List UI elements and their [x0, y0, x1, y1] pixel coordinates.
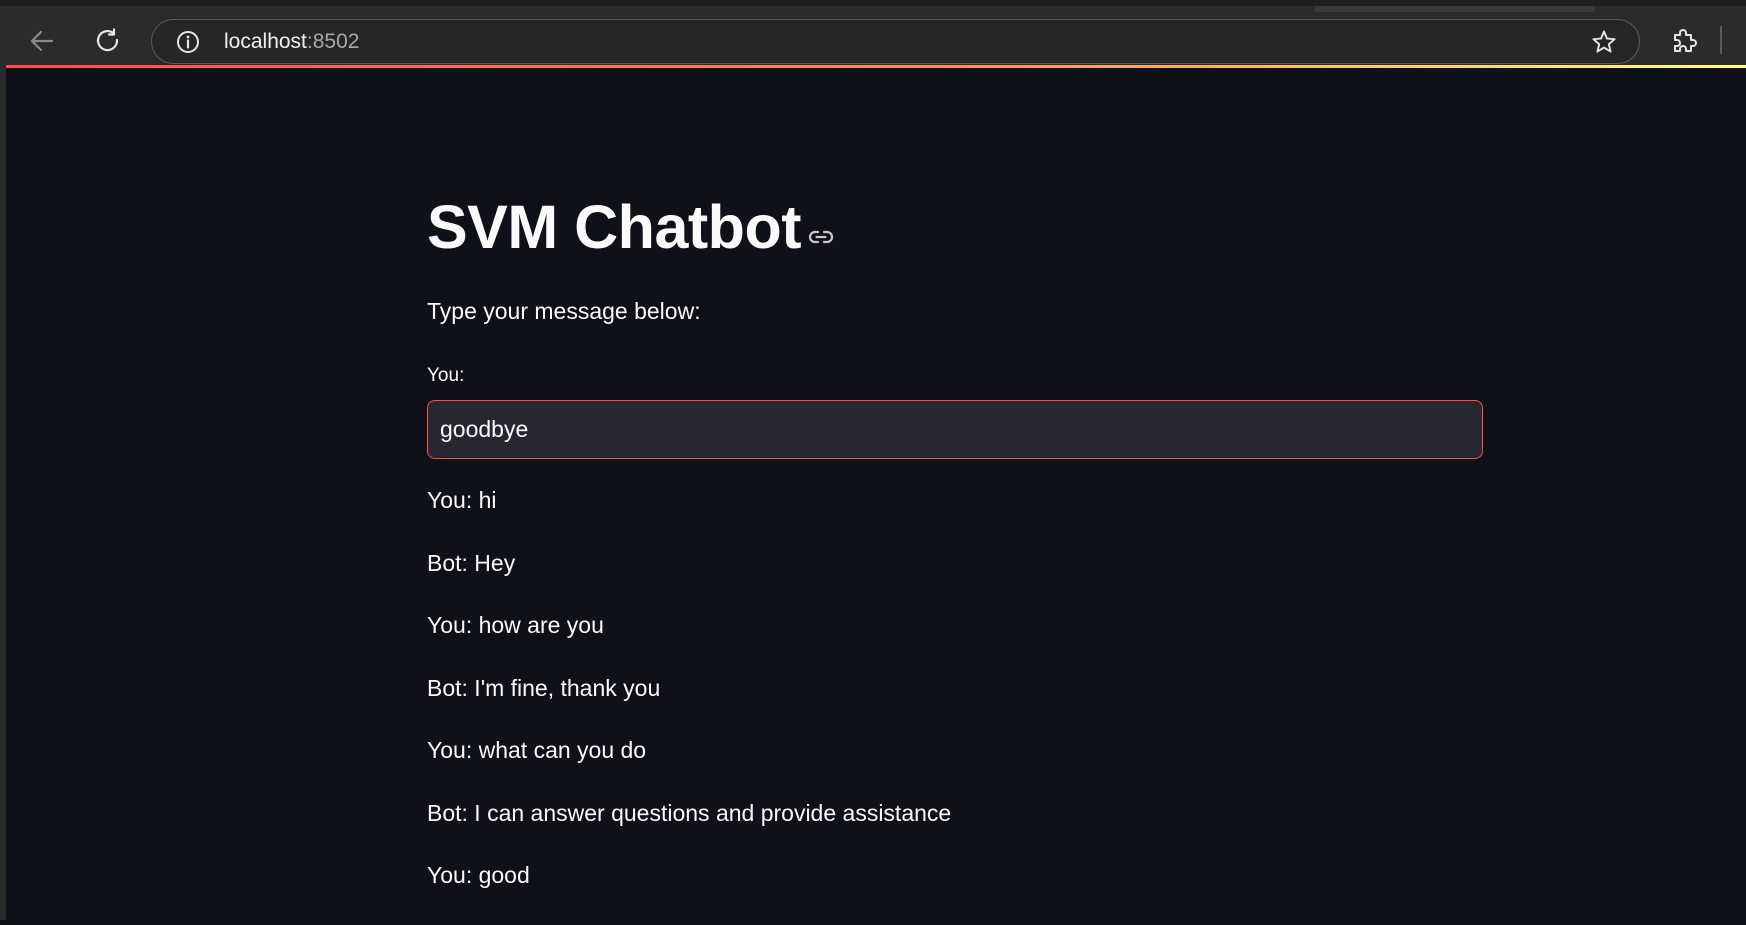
- main-content: SVM Chatbot Type your message below: You…: [427, 185, 1485, 888]
- chat-message: You: hi: [427, 487, 497, 513]
- url-port: :8502: [306, 30, 360, 53]
- chat-message: Bot: I'm fine, thank you: [427, 674, 661, 701]
- back-button[interactable]: [25, 24, 59, 58]
- chat-message: Bot: I can answer questions and provide …: [427, 799, 952, 826]
- window-left-edge: [0, 65, 6, 920]
- chat-message: You: good: [427, 862, 530, 888]
- link-icon[interactable]: [807, 223, 835, 251]
- header-decoration-bar: [6, 65, 1746, 68]
- title-row: SVM Chatbot: [427, 185, 1485, 275]
- chat-history: You: hi Bot: Hey You: how are you Bot: I…: [427, 487, 1483, 925]
- chat-message: Bot: Hey: [427, 549, 516, 576]
- tab-strip-edge: [1315, 6, 1595, 12]
- info-icon[interactable]: [176, 30, 200, 54]
- toolbar-divider: [1720, 26, 1722, 54]
- chat-message: You: what can you do: [427, 737, 647, 763]
- reload-icon: [96, 28, 119, 52]
- chat-message: You: how are you: [427, 612, 604, 638]
- browser-toolbar: localhost:8502: [0, 0, 1746, 65]
- instruction-text: Type your message below:: [427, 298, 701, 324]
- address-bar[interactable]: localhost:8502: [151, 19, 1640, 64]
- bookmark-star-icon[interactable]: [1591, 29, 1617, 55]
- page-title: SVM Chatbot: [427, 193, 802, 261]
- extensions-icon[interactable]: [1669, 26, 1699, 56]
- reload-button[interactable]: [91, 24, 125, 58]
- url-text[interactable]: localhost:8502: [224, 30, 359, 54]
- url-host: localhost: [224, 30, 307, 53]
- message-input[interactable]: [427, 400, 1483, 459]
- back-arrow-icon: [30, 30, 54, 52]
- message-input-label: You:: [427, 365, 465, 386]
